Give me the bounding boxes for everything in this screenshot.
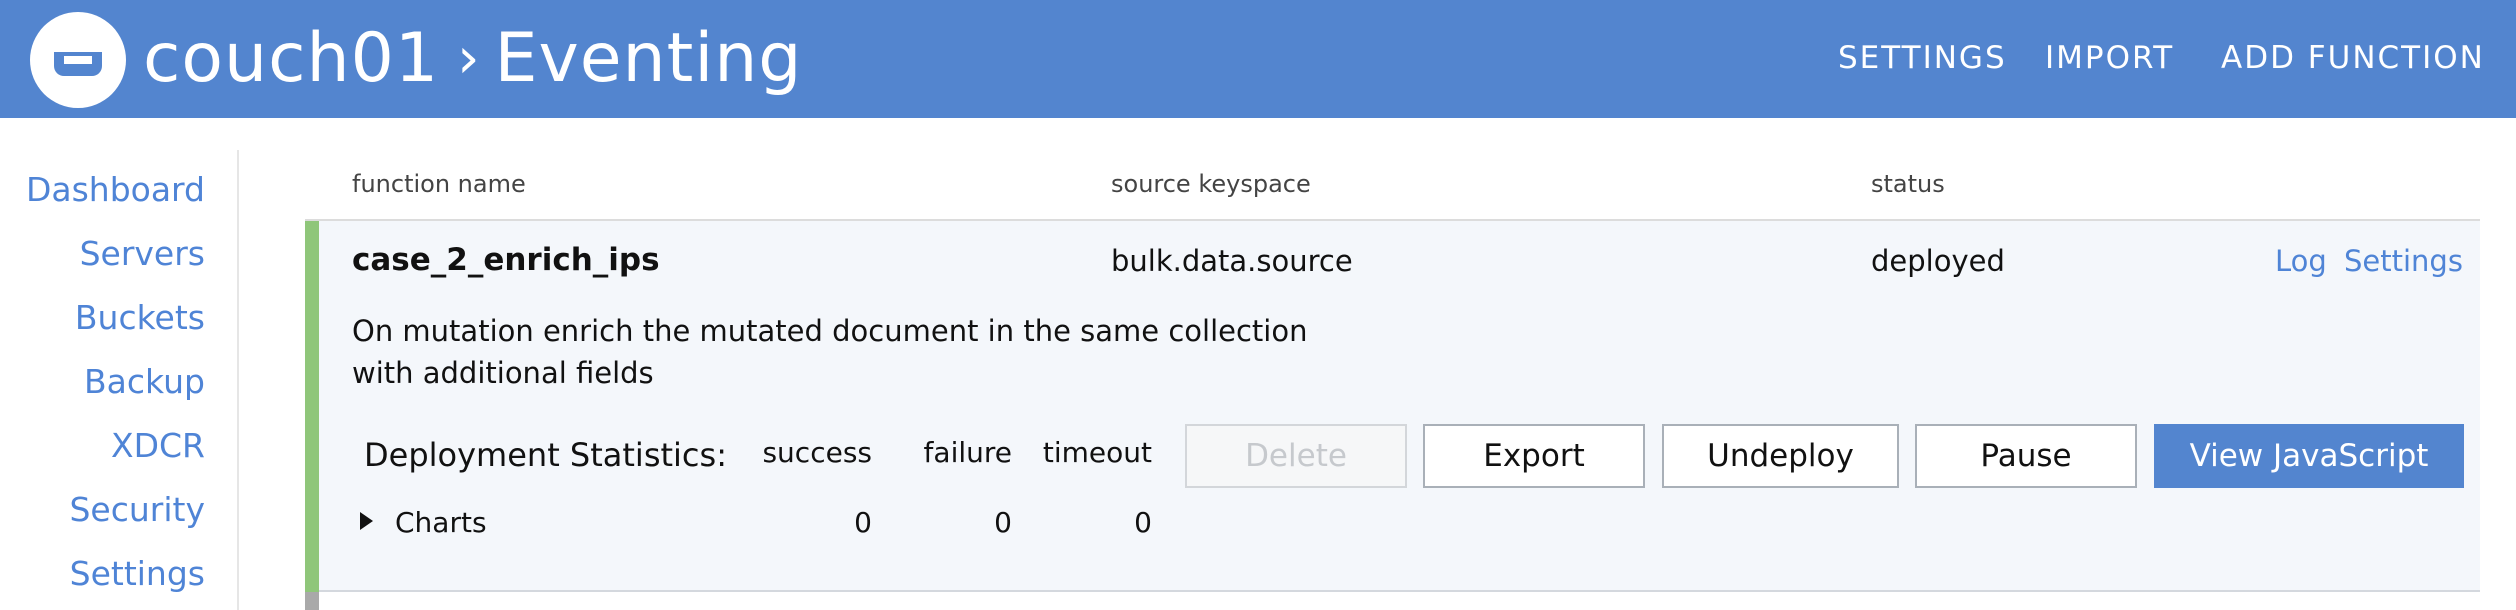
sidebar-item-backup[interactable]: Backup (84, 362, 205, 401)
function-settings-link[interactable]: Settings (2344, 244, 2463, 278)
column-header-status: status (1871, 170, 1945, 198)
stat-header-success: success (762, 436, 872, 469)
sidebar-item-security[interactable]: Security (69, 490, 205, 529)
function-description: On mutation enrich the mutated document … (352, 314, 1308, 390)
breadcrumb-cluster[interactable]: couch01 (143, 19, 439, 98)
breadcrumb: couch01 › Eventing (143, 14, 802, 104)
deployment-statistics-label: Deployment Statistics: (364, 436, 727, 474)
next-row-indicator (305, 592, 319, 610)
delete-button[interactable]: Delete (1185, 424, 1407, 488)
sidebar-item-settings[interactable]: Settings (70, 554, 205, 593)
column-header-function-name: function name (352, 170, 526, 198)
couchbase-logo-icon[interactable] (30, 12, 126, 108)
function-name[interactable]: case_2_enrich_ips (352, 242, 660, 278)
stat-header-timeout: timeout (1042, 436, 1152, 469)
undeploy-button[interactable]: Undeploy (1662, 424, 1899, 488)
caret-right-icon (360, 512, 373, 530)
status-indicator-bar (305, 221, 319, 610)
stat-value-failure: 0 (994, 506, 1012, 539)
sidebar-item-xdcr[interactable]: XDCR (111, 426, 205, 465)
page-title: Eventing (494, 19, 803, 98)
charts-label: Charts (395, 506, 487, 539)
stat-header-failure: failure (923, 436, 1012, 469)
stat-value-timeout: 0 (1134, 506, 1152, 539)
pause-button[interactable]: Pause (1915, 424, 2137, 488)
source-keyspace: bulk.data.source (1111, 244, 1353, 278)
log-link[interactable]: Log (2275, 244, 2327, 278)
nav-settings[interactable]: SETTINGS (1838, 38, 2007, 78)
chevron-right-icon: › (457, 26, 481, 91)
window-edge-body (2510, 118, 2516, 610)
charts-toggle[interactable]: Charts (360, 506, 487, 539)
column-header-source-keyspace: source keyspace (1111, 170, 1311, 198)
top-header: couch01 › Eventing SETTINGS IMPORT ADD FUN… (0, 0, 2516, 118)
status-text: deployed (1871, 244, 2005, 278)
nav-import[interactable]: IMPORT (2045, 38, 2174, 78)
sidebar-item-servers[interactable]: Servers (80, 234, 205, 273)
view-javascript-button[interactable]: View JavaScript (2154, 424, 2464, 488)
sidebar-item-dashboard[interactable]: Dashboard (26, 170, 205, 209)
sidebar-item-buckets[interactable]: Buckets (75, 298, 205, 337)
export-button[interactable]: Export (1423, 424, 1645, 488)
nav-add-function[interactable]: ADD FUNCTION (2221, 38, 2485, 78)
stat-value-success: 0 (854, 506, 872, 539)
sidebar-divider (237, 150, 239, 610)
